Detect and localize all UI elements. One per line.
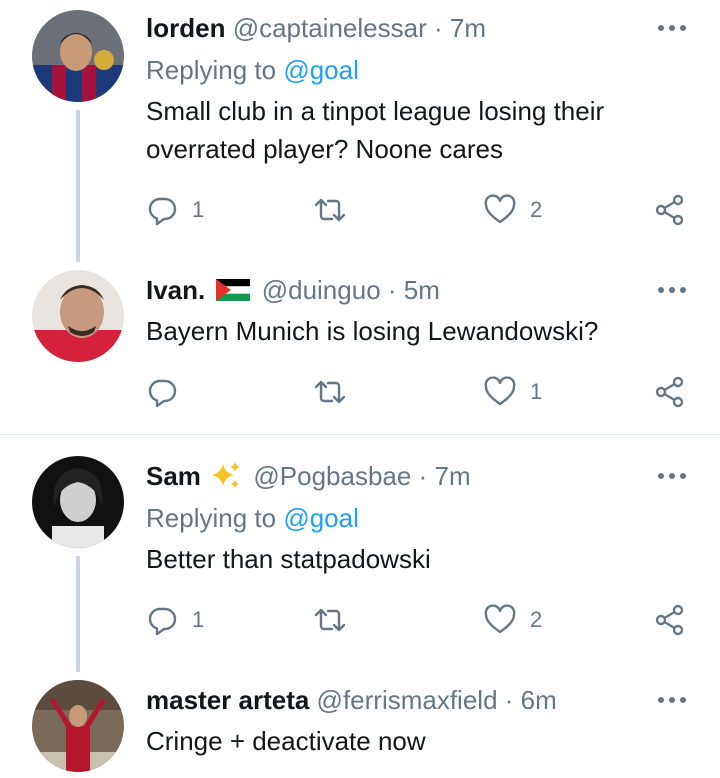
replying-to: Replying to @goal: [146, 54, 359, 86]
divider: [0, 434, 720, 435]
like-count: 2: [530, 197, 543, 222]
tweet-header: Ivan. @duinguo · 5m: [146, 274, 440, 306]
username[interactable]: @captainelessar: [233, 13, 427, 43]
more-options-icon[interactable]: [658, 25, 686, 33]
display-name[interactable]: master arteta: [146, 685, 309, 715]
display-name[interactable]: Ivan.: [146, 275, 205, 305]
like-count: 2: [530, 607, 543, 632]
tweet-header: master arteta @ferrismaxfield · 6m: [146, 684, 557, 716]
timestamp[interactable]: 6m: [521, 685, 557, 715]
palestine-flag-icon: [216, 279, 251, 301]
replying-to: Replying to @goal: [146, 502, 359, 534]
retweet-button[interactable]: [314, 372, 360, 412]
avatar[interactable]: [32, 10, 124, 102]
sparkles-icon: [212, 462, 241, 488]
username[interactable]: @ferrismaxfield: [317, 685, 498, 715]
mention-link[interactable]: @goal: [283, 503, 359, 533]
replying-to-label: Replying to: [146, 55, 277, 85]
retweet-icon: [314, 198, 346, 222]
timestamp[interactable]: 7m: [435, 461, 471, 491]
separator-dot: ·: [387, 275, 397, 305]
heart-icon: [484, 194, 516, 224]
tweet-header: Sam @Pogbasbae · 7m: [146, 460, 471, 492]
like-button[interactable]: 2: [484, 190, 542, 230]
reply-icon: [148, 197, 177, 226]
tweet-text: Better than statpadowski: [146, 544, 431, 574]
username[interactable]: @Pogbasbae: [253, 461, 411, 491]
more-options-icon[interactable]: [658, 473, 686, 481]
mention-link[interactable]: @goal: [283, 55, 359, 85]
reply-icon: [148, 379, 177, 408]
tweet[interactable]: Ivan. @duinguo · 5m Bayern Munich is los…: [0, 262, 720, 434]
timestamp[interactable]: 5m: [404, 275, 440, 305]
retweet-icon: [314, 380, 346, 404]
share-button[interactable]: [654, 600, 686, 640]
reply-icon: [148, 607, 177, 636]
tweet-text: Cringe + deactivate now: [146, 726, 426, 756]
tweet[interactable]: master arteta @ferrismaxfield · 6m Cring…: [0, 672, 720, 778]
share-button[interactable]: [654, 190, 686, 230]
reply-button[interactable]: 1: [146, 190, 204, 230]
avatar[interactable]: [32, 456, 124, 548]
tweet-actions: 1: [146, 372, 696, 412]
separator-dot: ·: [433, 13, 443, 43]
share-button[interactable]: [654, 372, 686, 412]
retweet-icon: [314, 608, 346, 632]
tweet-text: Bayern Munich is losing Lewandowski?: [146, 316, 599, 346]
retweet-button[interactable]: [314, 190, 360, 230]
tweet-actions: 1 2: [146, 190, 696, 230]
avatar[interactable]: [32, 680, 124, 772]
share-icon: [655, 194, 684, 226]
reply-button[interactable]: 1: [146, 600, 204, 640]
tweet-header: lorden @captainelessar · 7m: [146, 12, 486, 44]
tweet[interactable]: lorden @captainelessar · 7m Replying to …: [0, 0, 720, 262]
separator-dot: ·: [418, 461, 428, 491]
thread-line: [76, 110, 80, 262]
tweet-text: Small club in a tinpot league losing the…: [146, 96, 605, 164]
username[interactable]: @duinguo: [262, 275, 381, 305]
share-icon: [655, 604, 684, 636]
more-options-icon[interactable]: [658, 697, 686, 705]
more-options-icon[interactable]: [658, 287, 686, 295]
display-name[interactable]: Sam: [146, 461, 201, 491]
tweet-actions: 1 2: [146, 600, 696, 640]
display-name[interactable]: lorden: [146, 13, 225, 43]
reply-count: 1: [192, 197, 205, 222]
replying-to-label: Replying to: [146, 503, 277, 533]
retweet-button[interactable]: [314, 600, 360, 640]
thread-line: [76, 556, 80, 672]
avatar[interactable]: [32, 270, 124, 362]
reply-button[interactable]: [146, 372, 192, 412]
tweet[interactable]: Sam @Pogbasbae · 7m Replying to @goal Be…: [0, 448, 720, 672]
like-button[interactable]: 1: [484, 372, 542, 412]
share-icon: [655, 376, 684, 408]
timestamp[interactable]: 7m: [450, 13, 486, 43]
separator-dot: ·: [504, 685, 514, 715]
like-button[interactable]: 2: [484, 600, 542, 640]
heart-icon: [484, 376, 516, 406]
like-count: 1: [530, 379, 543, 404]
heart-icon: [484, 604, 516, 634]
reply-count: 1: [192, 607, 205, 632]
